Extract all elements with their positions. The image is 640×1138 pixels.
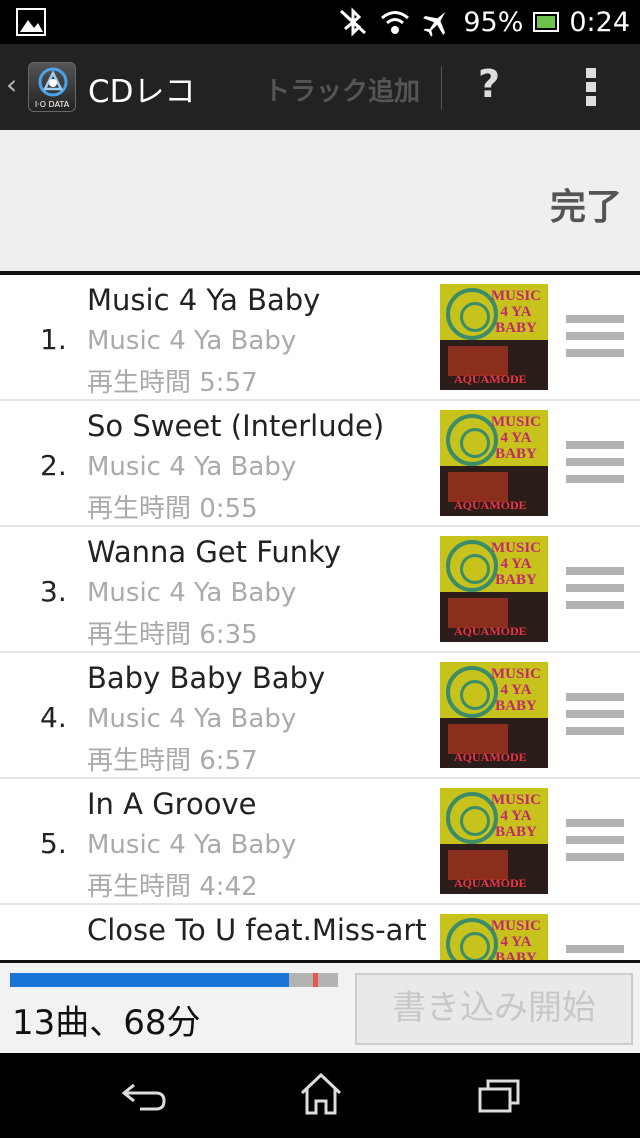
done-button[interactable]: 完了 [550, 178, 622, 230]
capacity-marker [313, 973, 318, 987]
clock: 0:24 [569, 6, 630, 38]
track-row[interactable]: 4. Baby Baby Baby Music 4 Ya Baby 再生時間 6:57… [0, 653, 640, 779]
track-number: 4. [40, 701, 67, 734]
album-art-artist: AQUAMODE [454, 624, 527, 638]
album-art-title: MUSIC 4 YA BABY [490, 792, 541, 840]
app-logo[interactable]: I·O DATA [28, 62, 76, 112]
capacity-progress-bar [10, 973, 338, 987]
drag-handle-icon[interactable] [566, 441, 624, 487]
album-art-title: MUSIC 4 YA BABY [490, 918, 541, 960]
track-album: Music 4 Ya Baby [87, 578, 297, 608]
drag-handle-icon[interactable] [566, 567, 624, 613]
track-duration: 再生時間 4:42 [87, 872, 258, 902]
track-row[interactable]: 5. In A Groove Music 4 Ya Baby 再生時間 4:42 MUS… [0, 779, 640, 905]
drag-handle-icon[interactable] [566, 315, 624, 361]
start-write-button[interactable]: 書き込み開始 [355, 973, 633, 1045]
track-list[interactable]: 1. Music 4 Ya Baby Music 4 Ya Baby 再生時間 5:5… [0, 275, 640, 960]
track-title: So Sweet (Interlude) [87, 409, 385, 443]
overflow-menu-icon[interactable] [584, 68, 598, 108]
track-title: Wanna Get Funky [87, 535, 342, 569]
track-title: Baby Baby Baby [87, 661, 326, 695]
footer-bar: 13曲、68分 書き込み開始 [0, 960, 640, 1053]
album-art: MUSIC 4 YA BABY AQUAMODE [440, 788, 548, 894]
track-duration: 再生時間 6:57 [87, 746, 258, 776]
album-art-title: MUSIC 4 YA BABY [490, 414, 541, 462]
wifi-icon [381, 11, 410, 34]
track-summary: 13曲、68分 [12, 1003, 201, 1043]
add-track-button[interactable]: トラック追加 [264, 71, 420, 108]
battery-percent: 95% [463, 6, 524, 38]
album-art: MUSIC 4 YA BABY AQUAMODE [440, 662, 548, 768]
track-album: Music 4 Ya Baby [87, 704, 297, 734]
navigation-bar [0, 1053, 640, 1138]
track-row[interactable]: Close To U feat.Miss-art MUSIC 4 YA BABYA… [0, 905, 640, 960]
bluetooth-off-icon [340, 7, 367, 37]
track-album: Music 4 Ya Baby [87, 326, 297, 356]
track-number: 2. [40, 449, 67, 482]
help-button[interactable]: ? [478, 62, 500, 106]
drag-handle-icon[interactable] [566, 819, 624, 865]
track-duration: 再生時間 5:57 [87, 368, 258, 398]
track-title: Music 4 Ya Baby [87, 283, 321, 317]
drag-handle-icon[interactable] [566, 693, 624, 739]
edit-panel: 完了 [0, 130, 640, 272]
album-art: MUSIC 4 YA BABY AQUAMODE [440, 284, 548, 390]
track-row[interactable]: 3. Wanna Get Funky Music 4 Ya Baby 再生時間 6:3… [0, 527, 640, 653]
back-icon[interactable] [120, 1077, 168, 1113]
track-title: In A Groove [87, 787, 257, 821]
home-icon[interactable] [298, 1071, 344, 1117]
track-duration: 再生時間 6:35 [87, 620, 258, 650]
album-art-title: MUSIC 4 YA BABY [490, 540, 541, 588]
album-art: MUSIC 4 YA BABYAQUAMODE [440, 914, 548, 960]
recent-apps-icon[interactable] [476, 1075, 522, 1115]
track-number: 3. [40, 575, 67, 608]
track-number: 5. [40, 827, 67, 860]
album-art: MUSIC 4 YA BABY AQUAMODE [440, 410, 548, 516]
album-art-artist: AQUAMODE [454, 372, 527, 386]
track-album: Music 4 Ya Baby [87, 830, 297, 860]
airplane-icon [423, 12, 446, 37]
album-art-artist: AQUAMODE [454, 750, 527, 764]
logo-text: I·O DATA [34, 100, 70, 109]
track-row[interactable]: 2. So Sweet (Interlude) Music 4 Ya Baby 再生時… [0, 401, 640, 527]
album-art-title: MUSIC 4 YA BABY [490, 666, 541, 714]
status-bar: 95% 0:24 [0, 0, 640, 44]
battery-icon [533, 12, 560, 32]
track-duration: 再生時間 0:55 [87, 494, 258, 524]
album-art-title: MUSIC 4 YA BABY [490, 288, 541, 336]
capacity-progress-fill [10, 973, 289, 987]
album-art: MUSIC 4 YA BABY AQUAMODE [440, 536, 548, 642]
track-title: Close To U feat.Miss-art [87, 913, 427, 947]
album-art-artist: AQUAMODE [454, 876, 527, 890]
back-chevron-icon[interactable]: ‹ [6, 68, 17, 101]
track-album: Music 4 Ya Baby [87, 452, 297, 482]
track-number: 1. [40, 323, 67, 356]
album-art-artist: AQUAMODE [454, 498, 527, 512]
image-icon [16, 8, 46, 36]
action-bar: ‹ I·O DATA CDレコ トラック追加 ? [0, 44, 640, 130]
app-title: CDレコ [88, 74, 196, 110]
drag-handle-icon[interactable] [566, 945, 624, 960]
divider [441, 66, 442, 110]
track-row[interactable]: 1. Music 4 Ya Baby Music 4 Ya Baby 再生時間 5:5… [0, 275, 640, 401]
